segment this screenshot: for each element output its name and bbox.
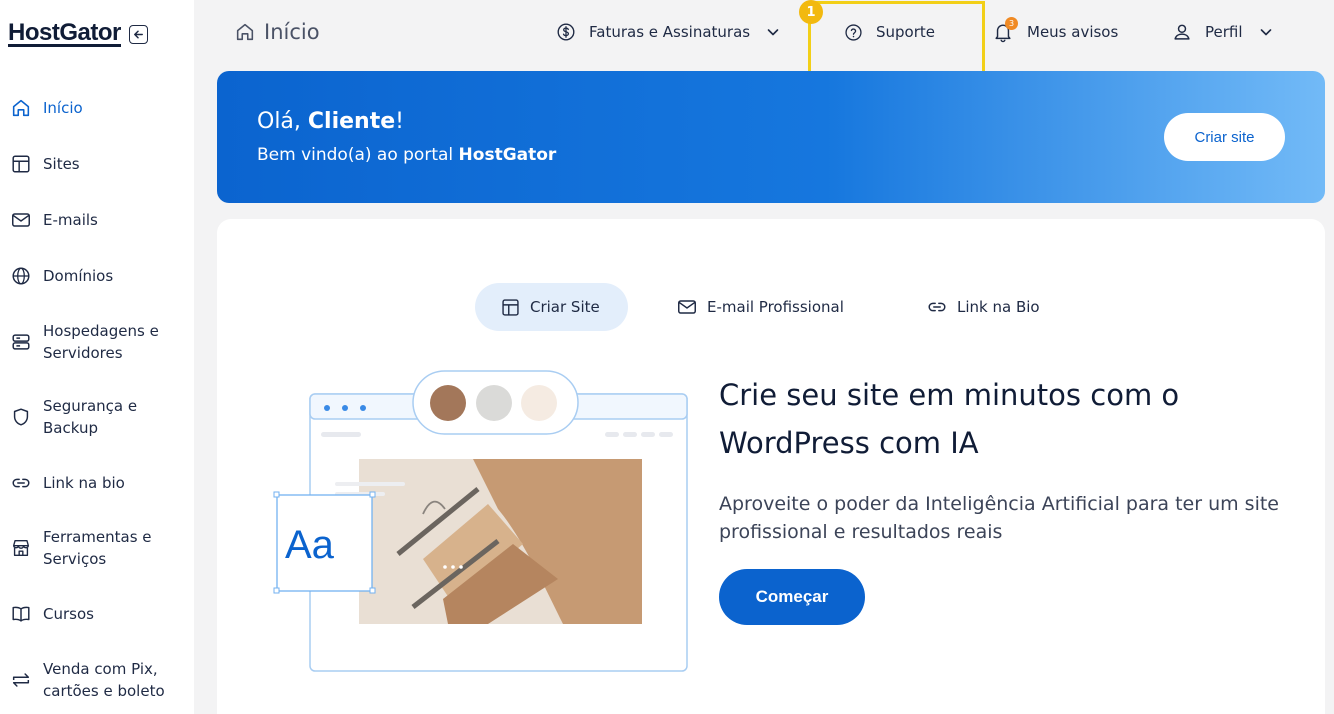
welcome-brand: HostGator [458, 145, 557, 165]
notices-menu-label: Meus avisos [1027, 23, 1119, 41]
profile-menu-label: Perfil [1205, 23, 1243, 41]
tab-criar-site[interactable]: Criar Site [475, 283, 628, 331]
page-title-text: Início [264, 20, 320, 44]
link-icon [928, 302, 946, 312]
user-icon [1174, 24, 1190, 40]
sidebar-item-venda[interactable]: Venda com Pix, cartões e boleto [10, 658, 186, 702]
arrow-left-icon [133, 30, 143, 39]
book-icon [10, 603, 32, 625]
notification-count-badge: 3 [1005, 17, 1018, 30]
server-icon [10, 331, 32, 353]
globe-icon [10, 265, 32, 287]
color-swatch-cream [521, 385, 557, 421]
create-site-button[interactable]: Criar site [1164, 113, 1285, 161]
sidebar-item-label: Link na bio [43, 474, 125, 492]
greeting-prefix: Olá, [257, 109, 308, 134]
sidebar-item-ferramentas[interactable]: Ferramentas e Serviços [10, 526, 186, 570]
sidebar-item-sites[interactable]: Sites [10, 153, 186, 175]
billing-menu-label: Faturas e Assinaturas [589, 23, 751, 41]
sidebar-item-emails[interactable]: E-mails [10, 209, 186, 231]
sidebar-item-label: E-mails [43, 211, 98, 229]
hero-description: Aproveite o poder da Inteligência Artifi… [719, 493, 1279, 543]
start-button[interactable]: Começar [719, 569, 865, 625]
sidebar-item-inicio[interactable]: Início [10, 97, 186, 119]
store-icon [10, 537, 32, 559]
billing-menu[interactable]: Faturas e Assinaturas [555, 18, 780, 46]
font-sample-text: Aa [285, 523, 335, 567]
sidebar-item-label: Ferramentas e Serviços [43, 528, 152, 568]
sidebar-item-label: Segurança e Backup [43, 397, 138, 437]
mail-icon [10, 209, 32, 231]
welcome-text: Bem vindo(a) ao portal HostGator [257, 145, 556, 165]
chevron-down-icon [1260, 29, 1271, 36]
tab-email-profissional[interactable]: E-mail Profissional [676, 283, 844, 331]
website-illustration: Aa [273, 370, 688, 672]
sidebar-item-dominios[interactable]: Domínios [10, 265, 186, 287]
greeting-name: Cliente [307, 109, 396, 134]
layout-icon [502, 298, 519, 316]
greeting: Olá, Cliente! [257, 109, 404, 134]
sidebar-item-label: Venda com Pix, cartões e boleto [43, 660, 165, 700]
hero-title: Crie seu site em minutos com o WordPress… [719, 378, 1180, 460]
dollar-circle-icon [557, 23, 575, 41]
sidebar-item-cursos[interactable]: Cursos [10, 603, 186, 625]
chevron-down-icon [767, 29, 779, 36]
color-swatch-gray [476, 385, 512, 421]
tab-link-na-bio[interactable]: Link na Bio [926, 283, 1040, 331]
sidebar-item-label: Início [43, 99, 83, 117]
sidebar: HostGator Início Sites E-mails Domínios … [0, 0, 194, 714]
sidebar-item-label: Hospedagens e Servidores [43, 322, 159, 362]
greeting-suffix: ! [395, 109, 404, 134]
transfer-icon [10, 669, 32, 691]
tab-label: Link na Bio [957, 298, 1040, 316]
sidebar-item-hospedagens[interactable]: Hospedagens e Servidores [10, 320, 186, 364]
step-badge: 1 [799, 0, 823, 24]
welcome-prefix: Bem vindo(a) ao portal [257, 145, 459, 165]
collapse-sidebar-button[interactable] [128, 25, 148, 44]
profile-menu[interactable]: Perfil [1171, 18, 1273, 46]
tab-label: Criar Site [530, 298, 600, 316]
page-title: Início [234, 20, 320, 44]
tab-label: E-mail Profissional [707, 298, 844, 316]
sidebar-item-seguranca[interactable]: Segurança e Backup [10, 395, 186, 439]
shield-icon [10, 406, 32, 428]
sidebar-item-label: Domínios [43, 267, 114, 285]
sidebar-item-label: Cursos [43, 605, 94, 623]
main-card: Criar Site E-mail Profissional Link na B… [217, 219, 1325, 714]
layout-icon [10, 153, 32, 175]
mail-icon [678, 300, 696, 314]
sidebar-item-link-bio[interactable]: Link na bio [10, 472, 186, 494]
hostgator-logo[interactable]: HostGator [8, 21, 121, 47]
logo-row: HostGator [8, 21, 148, 47]
home-icon [236, 23, 254, 41]
color-swatch-brown [430, 385, 466, 421]
sidebar-item-label: Sites [43, 155, 80, 173]
welcome-banner: Olá, Cliente! Bem vindo(a) ao portal Hos… [217, 71, 1325, 203]
home-icon [10, 97, 32, 119]
link-icon [10, 472, 32, 494]
